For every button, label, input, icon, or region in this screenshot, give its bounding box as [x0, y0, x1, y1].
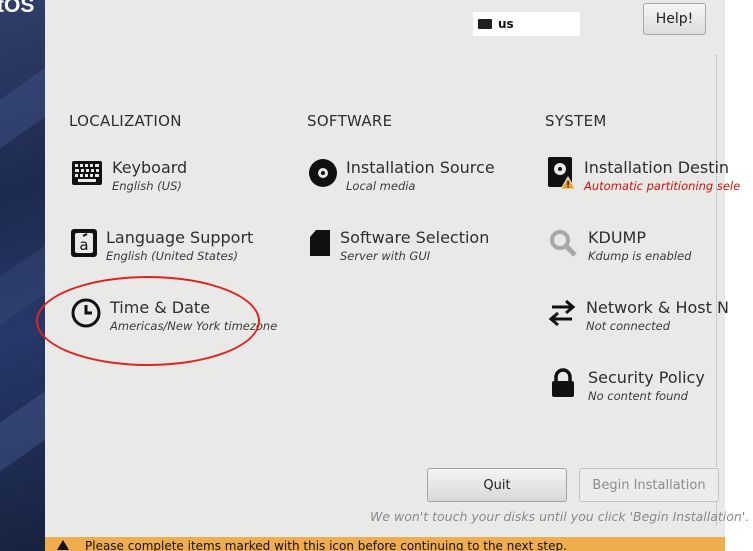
- keyboard-layout-label: us: [498, 17, 514, 31]
- spoke-status-warning: Automatic partitioning sele: [584, 179, 741, 193]
- section-software: SOFTWARE: [307, 112, 393, 130]
- spoke-status: English (United States): [106, 249, 239, 263]
- decor-stripe: [0, 389, 45, 491]
- harddisk-icon: [546, 156, 576, 190]
- clock-icon: [70, 296, 102, 330]
- spoke-title: Installation Source: [346, 158, 495, 177]
- spoke-status: English (US): [112, 179, 182, 193]
- section-system: SYSTEM: [545, 112, 607, 130]
- lock-icon: [546, 366, 580, 400]
- spoke-title: KDUMP: [588, 228, 646, 247]
- keyboard-layout-indicator[interactable]: us: [473, 12, 580, 36]
- scroll-divider: [716, 55, 717, 525]
- language-icon: a: [70, 226, 98, 260]
- disc-icon: [308, 156, 338, 190]
- spoke-title: Installation Destin: [584, 158, 730, 177]
- right-edge: [725, 0, 753, 551]
- spoke-status: Kdump is enabled: [588, 249, 692, 263]
- spoke-title: Language Support: [106, 228, 254, 247]
- decor-stripe: [0, 229, 45, 331]
- warning-bar: Please complete items marked with this i…: [45, 537, 725, 551]
- spoke-status: Local media: [346, 179, 416, 193]
- spoke-network-host[interactable]: Network & Host N Not connected: [546, 296, 729, 333]
- warning-text: Please complete items marked with this i…: [85, 539, 567, 551]
- spoke-status: Server with GUI: [340, 249, 431, 263]
- svg-text:a: a: [79, 236, 88, 254]
- package-icon: [308, 226, 332, 260]
- spoke-installation-source[interactable]: Installation Source Local media: [308, 156, 495, 193]
- disk-note: We won't touch your disks until you clic…: [370, 509, 750, 524]
- begin-installation-button[interactable]: Begin Installation: [579, 468, 719, 502]
- help-button[interactable]: Help!: [643, 3, 706, 35]
- spoke-status: Not connected: [586, 319, 671, 333]
- magnifier-icon: [546, 226, 580, 260]
- spoke-time-date[interactable]: Time & Date Americas/New York timezone: [70, 296, 277, 333]
- section-localization: LOCALIZATION: [69, 112, 182, 130]
- keyboard-icon: [70, 156, 104, 190]
- spoke-installation-destination[interactable]: Installation Destin Automatic partitioni…: [546, 156, 740, 193]
- spoke-security-policy[interactable]: Security Policy No content found: [546, 368, 716, 403]
- logo-text: tOS: [0, 0, 35, 17]
- decor-stripe: [0, 59, 45, 161]
- quit-button[interactable]: Quit: [427, 468, 567, 502]
- spoke-status: No content found: [588, 389, 688, 403]
- warning-icon: [57, 540, 69, 550]
- spoke-kdump[interactable]: KDUMP Kdump is enabled: [546, 228, 716, 263]
- spoke-title: Network & Host N: [586, 298, 729, 317]
- spoke-language-support[interactable]: a Language Support English (United State…: [70, 226, 253, 263]
- sidebar-panel: tOS: [0, 0, 45, 551]
- spoke-title: Software Selection: [340, 228, 490, 247]
- spoke-keyboard[interactable]: Keyboard English (US): [70, 158, 240, 193]
- spoke-title: Time & Date: [110, 298, 211, 317]
- keyboard-icon: [478, 19, 492, 29]
- spoke-status: Americas/New York timezone: [110, 319, 278, 333]
- network-arrows-icon: [546, 296, 578, 330]
- spoke-title: Security Policy: [588, 368, 705, 387]
- spoke-software-selection[interactable]: Software Selection Server with GUI: [308, 226, 489, 263]
- spoke-title: Keyboard: [112, 158, 188, 177]
